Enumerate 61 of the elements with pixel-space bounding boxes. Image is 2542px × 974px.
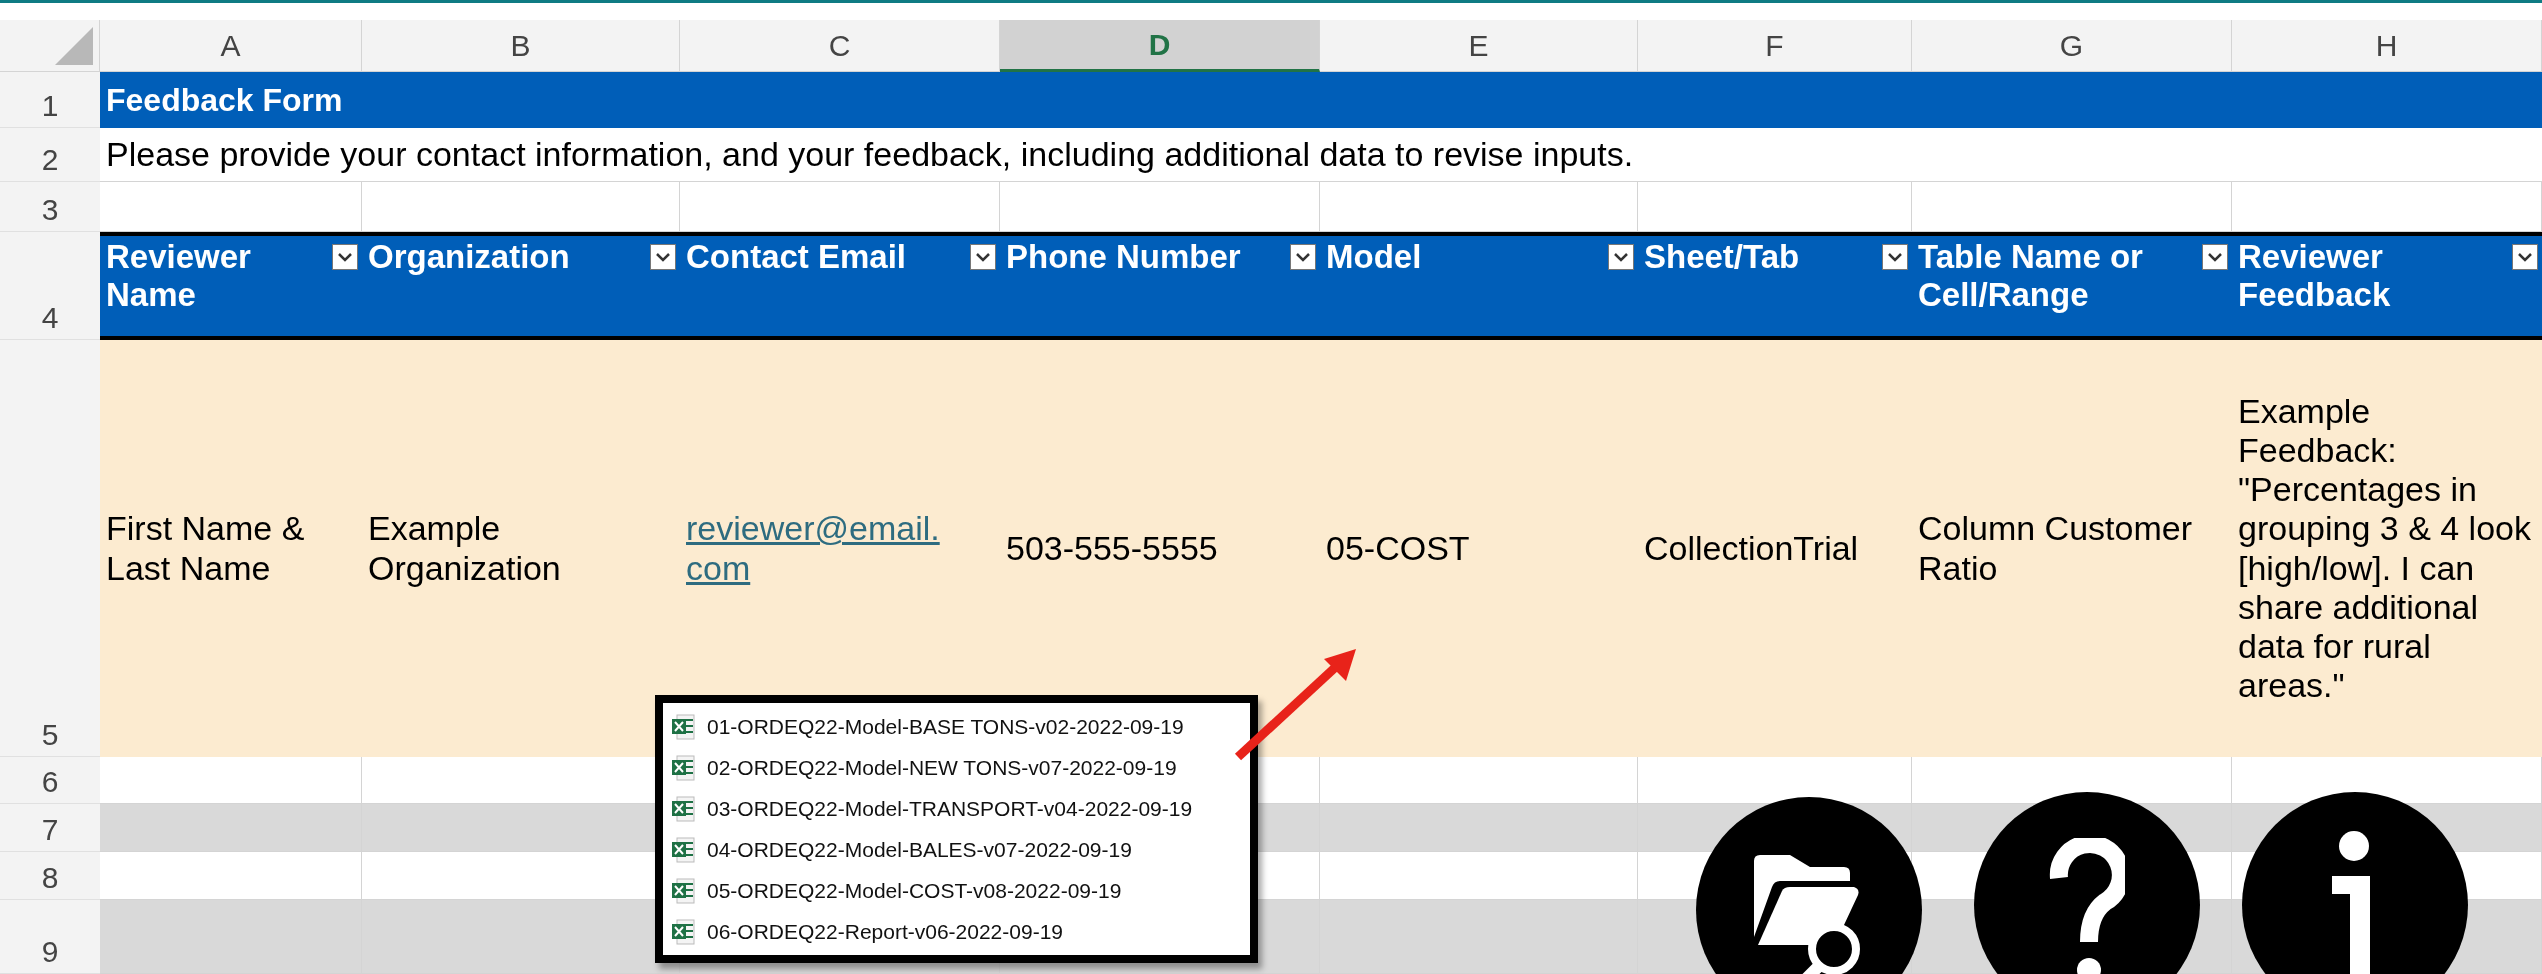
filter-button[interactable] bbox=[1290, 244, 1316, 270]
filter-button[interactable] bbox=[2512, 244, 2538, 270]
spreadsheet-icon bbox=[671, 754, 695, 781]
column-header[interactable]: G bbox=[1912, 20, 2232, 72]
spreadsheet-icon bbox=[671, 795, 695, 822]
table-cell: Column Customer Ratio bbox=[1912, 340, 2232, 757]
column-header[interactable]: B bbox=[362, 20, 680, 72]
chevron-icon bbox=[975, 252, 991, 262]
table-cell: Example Feedback: "Percentages in grouping 3 & 4 look [high/low]. I can share additional data for rural areas." bbox=[2232, 340, 2542, 757]
row-header[interactable]: 8 bbox=[0, 852, 100, 900]
file-item[interactable]: 04-ORDEQ22-Model-BALES-v07-2022-09-19 bbox=[671, 829, 1242, 870]
form-title: Feedback Form bbox=[106, 81, 343, 119]
column-header[interactable]: F bbox=[1638, 20, 1912, 72]
column-header[interactable]: E bbox=[1320, 20, 1638, 72]
table-cell: Example Organization bbox=[362, 340, 680, 757]
header-label: Reviewer Feedback bbox=[2238, 238, 2392, 314]
file-item[interactable]: 06-ORDEQ22-Report-v06-2022-09-19 bbox=[671, 911, 1242, 952]
header-label: Contact Email bbox=[686, 238, 907, 276]
folder-search-icon bbox=[1752, 853, 1860, 974]
file-item[interactable]: 05-ORDEQ22-Model-COST-v08-2022-09-19 bbox=[671, 870, 1242, 911]
column-header[interactable]: C bbox=[680, 20, 1000, 72]
chevron-icon bbox=[337, 252, 353, 262]
file-item[interactable]: 03-ORDEQ22-Model-TRANSPORT-v04-2022-09-19 bbox=[671, 788, 1242, 829]
info-icon bbox=[2330, 829, 2372, 974]
chevron-icon bbox=[1887, 252, 1903, 262]
row-header[interactable]: 1 bbox=[0, 72, 100, 128]
chevron-icon bbox=[1295, 252, 1311, 262]
row-header[interactable]: 4 bbox=[0, 232, 100, 340]
chevron-icon bbox=[2517, 252, 2533, 262]
chevron-icon bbox=[655, 252, 671, 262]
row-header[interactable]: 5 bbox=[0, 340, 100, 757]
filter-button[interactable] bbox=[650, 244, 676, 270]
filter-button[interactable] bbox=[1882, 244, 1908, 270]
row-header[interactable]: 3 bbox=[0, 182, 100, 232]
table-cell: CollectionTrial bbox=[1638, 340, 1912, 757]
spreadsheet-icon bbox=[671, 877, 695, 904]
header-label: Model bbox=[1326, 238, 1422, 276]
filter-button[interactable] bbox=[332, 244, 358, 270]
email-link[interactable]: reviewer@email.com bbox=[686, 509, 948, 588]
header-label: Sheet/Tab bbox=[1644, 238, 1800, 276]
column-header[interactable]: H bbox=[2232, 20, 2542, 72]
filter-button[interactable] bbox=[1608, 244, 1634, 270]
spreadsheet-icon bbox=[671, 713, 695, 740]
filter-button[interactable] bbox=[970, 244, 996, 270]
chevron-icon bbox=[2207, 252, 2223, 262]
header-label: Phone Number bbox=[1006, 238, 1241, 276]
header-label: Reviewer Name bbox=[106, 238, 252, 314]
table-cell: First Name & Last Name bbox=[100, 340, 362, 757]
filter-button[interactable] bbox=[2202, 244, 2228, 270]
header-label: Organization bbox=[368, 238, 570, 276]
row-header[interactable]: 7 bbox=[0, 804, 100, 852]
column-header[interactable]: A bbox=[100, 20, 362, 72]
row-header[interactable]: 9 bbox=[0, 900, 100, 974]
row-header[interactable]: 6 bbox=[0, 757, 100, 804]
column-header[interactable]: D bbox=[1000, 20, 1320, 72]
row-header[interactable]: 2 bbox=[0, 128, 100, 182]
spreadsheet-icon bbox=[671, 836, 695, 863]
chevron-icon bbox=[1613, 252, 1629, 262]
table-cell: 05-COST bbox=[1320, 340, 1638, 757]
spreadsheet-icon bbox=[671, 918, 695, 945]
header-label: Table Name or Cell/Range bbox=[1918, 238, 2144, 314]
